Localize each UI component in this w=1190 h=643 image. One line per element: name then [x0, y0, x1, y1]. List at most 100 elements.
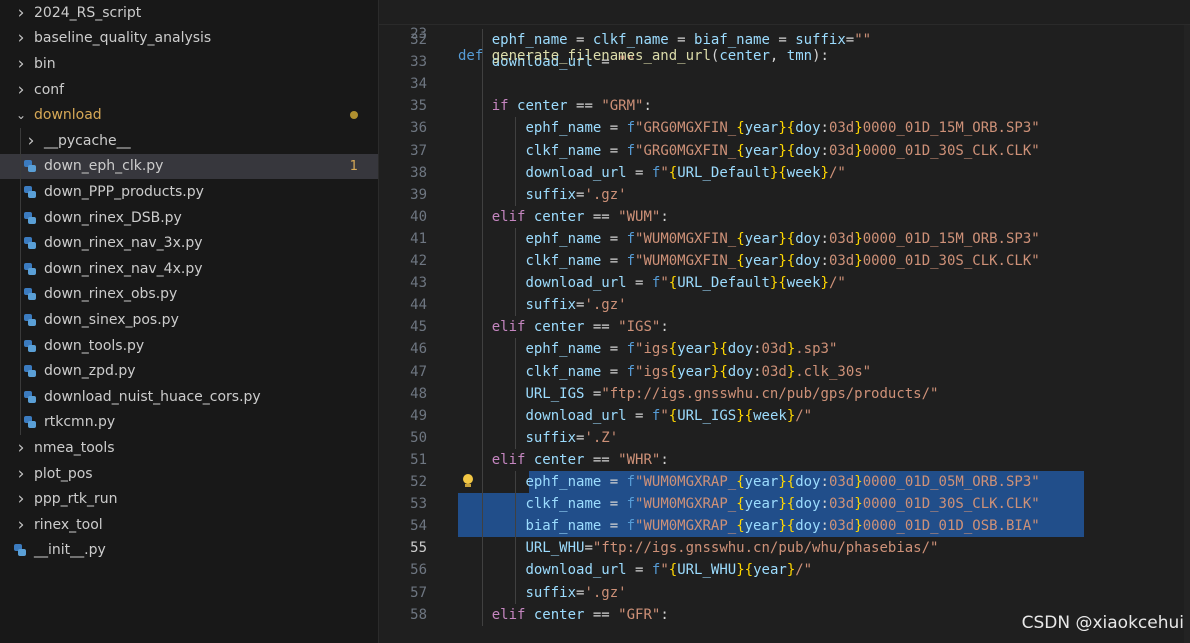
code-text[interactable]: elif center == "WUM": — [458, 206, 669, 228]
code-line[interactable]: 40 elif center == "WUM": — [379, 206, 1190, 228]
tree-folder[interactable]: › ppp_rtk_run — [0, 486, 378, 512]
tree-item-label: rinex_tool — [34, 516, 103, 533]
tree-file[interactable]: down_zpd.py — [0, 358, 378, 384]
python-file-icon — [24, 185, 36, 198]
line-number: 38 — [410, 164, 427, 181]
tree-file[interactable]: rtkcmn.py — [0, 410, 378, 436]
code-line[interactable]: 50 suffix='.Z' — [379, 427, 1190, 449]
line-number: 55 — [410, 540, 427, 557]
chevron-right-icon[interactable]: › — [13, 515, 29, 535]
tree-file[interactable]: down_rinex_obs.py — [0, 282, 378, 308]
chevron-right-icon[interactable]: › — [13, 28, 29, 48]
code-text[interactable]: URL_IGS ="ftp://igs.gnsswhu.cn/pub/gps/p… — [458, 383, 938, 405]
tree-folder[interactable]: › conf — [0, 77, 378, 103]
tree-file[interactable]: down_tools.py — [0, 333, 378, 359]
code-text[interactable]: elif center == "GFR": — [458, 604, 669, 626]
code-line[interactable]: 44 suffix='.gz' — [379, 294, 1190, 316]
tree-folder[interactable]: › rinex_tool — [0, 512, 378, 538]
tree-folder[interactable]: › __pycache__ — [0, 128, 378, 154]
tree-file[interactable]: down_sinex_pos.py — [0, 307, 378, 333]
tree-file[interactable]: __init__.py — [0, 538, 378, 564]
python-file-icon — [24, 262, 36, 275]
line-number: 52 — [410, 474, 427, 490]
code-text[interactable]: clkf_name = f"WUM0MGXRAP_{year}{doy:03d}… — [458, 493, 1039, 515]
tree-item-label: conf — [34, 81, 65, 98]
code-text[interactable]: clkf_name = f"GRG0MGXFIN_{year}{doy:03d}… — [458, 140, 1039, 162]
python-file-icon — [24, 390, 36, 403]
tree-file[interactable]: down_rinex_nav_3x.py — [0, 230, 378, 256]
chevron-right-icon[interactable]: › — [13, 3, 29, 23]
tree-item-label: down_PPP_products.py — [44, 183, 204, 200]
code-text[interactable]: suffix='.gz' — [458, 184, 626, 206]
code-line[interactable]: 42 clkf_name = f"WUM0MGXFIN_{year}{doy:0… — [379, 250, 1190, 272]
line-number: 42 — [410, 253, 427, 269]
tree-file[interactable]: download_nuist_huace_cors.py — [0, 384, 378, 410]
code-editor[interactable]: 23 def generate_filenames_and_url(center… — [379, 0, 1190, 643]
line-number: 41 — [410, 230, 427, 247]
code-text[interactable]: ephf_name = f"WUM0MGXFIN_{year}{doy:03d}… — [458, 228, 1039, 250]
code-text[interactable]: clkf_name = f"WUM0MGXFIN_{year}{doy:03d}… — [458, 250, 1039, 272]
tree-file[interactable]: down_rinex_nav_4x.py — [0, 256, 378, 282]
code-text[interactable]: suffix='.gz' — [458, 294, 626, 316]
code-text[interactable]: clkf_name = f"igs{year}{doy:03d}.clk_30s… — [458, 361, 871, 383]
tree-folder[interactable]: › plot_pos — [0, 461, 378, 487]
code-text[interactable]: download_url = f"{URL_IGS}{week}/" — [458, 405, 812, 427]
chevron-right-icon[interactable]: › — [13, 80, 29, 100]
code-line[interactable]: 38 download_url = f"{URL_Default}{week}/… — [379, 162, 1190, 184]
chevron-right-icon[interactable]: › — [13, 54, 29, 74]
tree-folder[interactable]: › bin — [0, 51, 378, 77]
tree-folder[interactable]: › baseline_quality_analysis — [0, 26, 378, 52]
code-line[interactable]: 34 — [379, 73, 1190, 95]
tree-item-label: baseline_quality_analysis — [34, 30, 212, 47]
code-text[interactable]: elif center == "WHR": — [458, 449, 669, 471]
sticky-scroll-header[interactable]: 23 def generate_filenames_and_url(center… — [379, 0, 1190, 64]
tree-file[interactable]: down_PPP_products.py — [0, 179, 378, 205]
code-line[interactable]: 37 clkf_name = f"GRG0MGXFIN_{year}{doy:0… — [379, 140, 1190, 162]
code-text[interactable]: ephf_name = f"WUM0MGXRAP_{year}{doy:03d}… — [458, 471, 1039, 493]
tree-item-label: plot_pos — [34, 465, 93, 482]
code-line[interactable]: 43 download_url = f"{URL_Default}{week}/… — [379, 272, 1190, 294]
code-line[interactable]: 54 biaf_name = f"WUM0MGXRAP_{year}{doy:0… — [379, 515, 1190, 537]
python-file-icon — [24, 365, 36, 378]
code-text[interactable]: elif center == "IGS": — [458, 316, 669, 338]
line-number: 53 — [410, 496, 427, 513]
code-line[interactable]: 35 if center == "GRM": — [379, 95, 1190, 117]
tree-folder[interactable]: ⌄ download — [0, 102, 378, 128]
chevron-right-icon[interactable]: › — [13, 438, 29, 458]
code-line[interactable]: 51 elif center == "WHR": — [379, 449, 1190, 471]
code-line[interactable]: 52 ephf_name = f"WUM0MGXRAP_{year}{doy:0… — [379, 471, 1190, 493]
python-file-icon — [14, 544, 26, 557]
tree-folder[interactable]: › 2024_RS_script — [0, 0, 378, 26]
code-line[interactable]: 41 ephf_name = f"WUM0MGXFIN_{year}{doy:0… — [379, 228, 1190, 250]
code-line[interactable]: 46 ephf_name = f"igs{year}{doy:03d}.sp3" — [379, 338, 1190, 360]
code-text[interactable]: biaf_name = f"WUM0MGXRAP_{year}{doy:03d}… — [458, 515, 1039, 537]
code-line[interactable]: 39 suffix='.gz' — [379, 184, 1190, 206]
code-text[interactable]: ephf_name = f"GRG0MGXFIN_{year}{doy:03d}… — [458, 117, 1039, 139]
code-text[interactable]: download_url = f"{URL_WHU}{year}/" — [458, 559, 812, 581]
tree-file[interactable]: down_eph_clk.py 1 — [0, 153, 378, 180]
tree-file[interactable]: down_rinex_DSB.py — [0, 205, 378, 231]
chevron-right-icon[interactable]: › — [23, 131, 39, 151]
code-text[interactable]: if center == "GRM": — [458, 95, 652, 117]
lightbulb-icon[interactable] — [462, 474, 474, 488]
code-line[interactable]: 36 ephf_name = f"GRG0MGXFIN_{year}{doy:0… — [379, 117, 1190, 139]
line-number: 39 — [410, 186, 427, 203]
code-line[interactable]: 45 elif center == "IGS": — [379, 316, 1190, 338]
code-text[interactable]: URL_WHU="ftp://igs.gnsswhu.cn/pub/whu/ph… — [458, 537, 938, 559]
code-text[interactable]: suffix='.gz' — [458, 582, 626, 604]
chevron-down-icon[interactable]: ⌄ — [13, 108, 29, 122]
code-line[interactable]: 47 clkf_name = f"igs{year}{doy:03d}.clk_… — [379, 361, 1190, 383]
code-line[interactable]: 55 URL_WHU="ftp://igs.gnsswhu.cn/pub/whu… — [379, 537, 1190, 559]
editor-scrollbar[interactable] — [1184, 0, 1190, 643]
line-number: 45 — [410, 319, 427, 336]
code-line[interactable]: 56 download_url = f"{URL_WHU}{year}/" — [379, 559, 1190, 581]
sticky-function-signature[interactable]: def generate_filenames_and_url(center, t… — [458, 45, 829, 67]
code-line[interactable]: 57 suffix='.gz' — [379, 582, 1190, 604]
code-line[interactable]: 49 download_url = f"{URL_IGS}{week}/" — [379, 405, 1190, 427]
line-number: 43 — [410, 275, 427, 292]
code-line[interactable]: 53 clkf_name = f"WUM0MGXRAP_{year}{doy:0… — [379, 493, 1190, 515]
chevron-right-icon[interactable]: › — [13, 464, 29, 484]
tree-folder[interactable]: › nmea_tools — [0, 435, 378, 461]
chevron-right-icon[interactable]: › — [13, 489, 29, 509]
code-line[interactable]: 48 URL_IGS ="ftp://igs.gnsswhu.cn/pub/gp… — [379, 383, 1190, 405]
